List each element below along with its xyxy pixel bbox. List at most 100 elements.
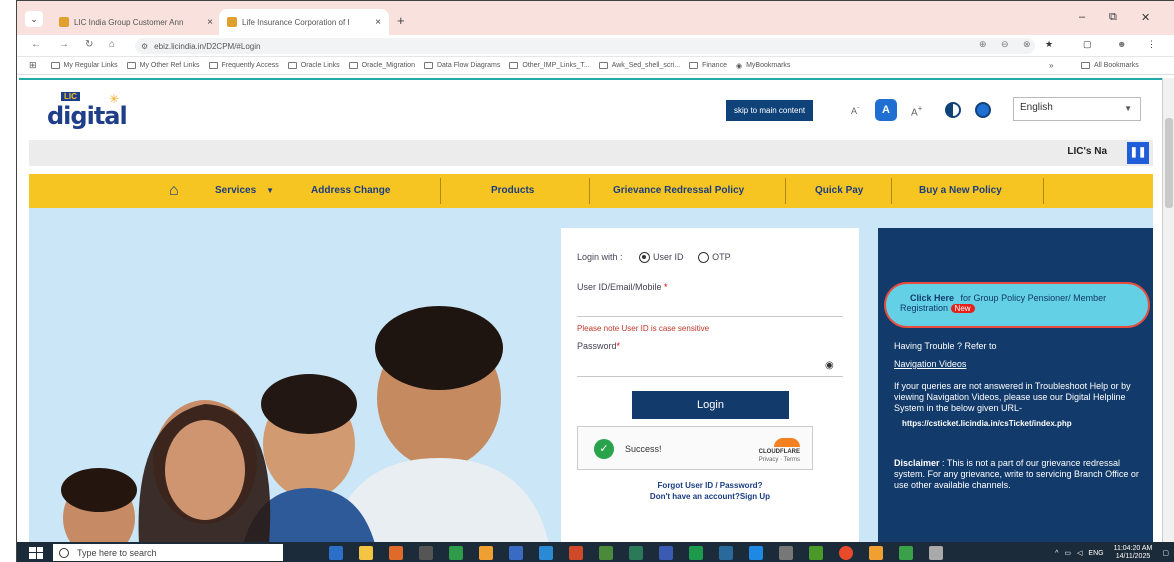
app-icon[interactable] [509,545,523,560]
helpline-url-link[interactable]: https://csticket.licindia.in/csTicket/in… [902,418,1157,429]
bookmark-item[interactable]: My Other Ref Links [126,62,200,69]
bookmark-item[interactable]: Frequently Access [208,62,279,69]
reload-icon[interactable]: ↻ [85,39,93,50]
share-icon[interactable]: ⊗ [1023,39,1031,50]
web-page: LIC digital ✳ skip to main content A- A … [19,78,1163,542]
cloudflare-captcha[interactable]: ✓ Success! CLOUDFLARE Privacy · Terms [577,426,813,470]
radio-otp[interactable]: OTP [698,252,731,264]
settings-icon[interactable] [929,545,943,560]
taskview-icon[interactable] [329,545,343,560]
nav-products[interactable]: Products [491,174,534,208]
bookmark-star-icon[interactable]: ★ [1045,39,1053,50]
close-window-button[interactable]: ✕ [1141,11,1150,24]
forward-icon[interactable]: → [59,39,69,50]
volume-icon[interactable]: ◁ [1077,549,1082,557]
contrast-icon[interactable] [945,102,961,118]
extensions-icon[interactable]: ▢ [1083,39,1092,50]
menu-icon[interactable]: ⋮ [1147,39,1156,50]
bookmark-label: Awk_Sed_shell_scri... [611,62,681,69]
app-icon[interactable] [479,545,493,560]
app-icon[interactable] [659,545,673,560]
windows-start-icon[interactable] [29,546,43,559]
more-bookmarks-button[interactable]: » [1049,61,1053,70]
new-tab-button[interactable]: + [397,13,405,28]
signup-link[interactable]: Don't have an account?Sign Up [561,492,859,501]
userid-input[interactable] [577,316,843,317]
font-decrease-button[interactable]: A- [851,103,860,116]
bookmark-item[interactable]: Oracle Links [287,62,340,69]
app-icon[interactable] [599,545,613,560]
taskbar-search-input[interactable]: Type here to search [53,544,283,561]
file-explorer-icon[interactable] [359,545,373,560]
group-pensioner-link[interactable]: Click Here for Group Policy Pensioner/ M… [884,282,1150,328]
notification-icon[interactable]: ▢ [1162,549,1169,557]
accessibility-icon[interactable] [975,102,991,118]
app-icon[interactable] [869,545,883,560]
bookmark-item[interactable]: My Regular Links [50,62,118,69]
privacy-terms-links[interactable]: Privacy · Terms [759,457,800,463]
app-icon[interactable] [539,545,553,560]
profile-icon[interactable]: ☻ [1117,39,1126,49]
url-input[interactable]: ⚙ ebiz.licindia.in/D2CPM/#Login [135,38,1035,54]
skip-to-main-button[interactable]: skip to main content [726,100,814,121]
app-icon[interactable] [389,545,403,560]
nav-services[interactable]: Services ▼ [215,174,274,208]
login-button[interactable]: Login [632,391,789,419]
lic-digital-logo[interactable]: LIC digital ✳ [43,90,153,132]
close-icon[interactable]: × [367,17,381,28]
password-input[interactable] [577,376,843,377]
language-indicator[interactable]: ENG [1088,550,1103,557]
close-icon[interactable]: × [199,17,213,28]
eye-icon[interactable]: ◉ [825,360,834,371]
app-icon[interactable] [779,545,793,560]
app-icon[interactable] [689,545,703,560]
hero-section: Login with : User ID OTP User ID/Email/M… [29,208,1153,542]
app-icon[interactable] [629,545,643,560]
nav-buy-policy[interactable]: Buy a New Policy [919,174,1002,208]
system-tray: ^ ▭ ◁ ENG 11:04:20 AM 14/11/2025 ▢ [1055,545,1169,561]
nav-grievance[interactable]: Grievance Redressal Policy [613,174,744,208]
all-bookmarks-button[interactable]: All Bookmarks [1081,62,1139,69]
tray-chevron-icon[interactable]: ^ [1055,550,1058,557]
app-icon[interactable] [719,545,733,560]
font-increase-button[interactable]: A+ [911,103,923,118]
maximize-button[interactable]: ⧉ [1109,11,1117,24]
home-icon[interactable]: ⌂ [169,174,179,208]
chrome-icon[interactable] [839,545,853,560]
site-info-icon[interactable]: ⚙ [141,42,148,51]
network-icon[interactable]: ▭ [1064,549,1071,557]
back-icon[interactable]: ← [31,39,41,50]
bookmark-item[interactable]: Awk_Sed_shell_scri... [598,62,681,69]
language-select[interactable]: English ▼ [1013,97,1141,121]
home-icon[interactable]: ⌂ [109,39,115,50]
clock[interactable]: 11:04:20 AM 14/11/2025 [1114,545,1153,561]
app-icon[interactable] [899,545,913,560]
bookmark-item[interactable]: Data Flow Diagrams [423,62,500,69]
tab-lic-group[interactable]: LIC India Group Customer Ann × [51,9,221,35]
forgot-link[interactable]: Forgot User ID / Password? [561,481,859,490]
bookmark-item[interactable]: ◉ MyBookmarks [736,62,790,70]
app-icon[interactable] [569,545,583,560]
apps-grid-icon[interactable]: ⊞ [29,60,37,71]
page-scrollbar[interactable] [1162,78,1174,542]
scrollbar-thumb[interactable] [1165,118,1173,208]
bookmark-item[interactable]: Oracle_Migration [348,62,415,69]
navigation-videos-link[interactable]: Navigation Videos [894,359,1149,370]
translate-icon[interactable]: ⊕ [979,39,987,50]
pause-button[interactable]: ❚❚ [1127,142,1149,164]
tab-search-button[interactable]: ⌄ [25,11,43,27]
bookmark-item[interactable]: Finance [689,62,727,69]
address-bar-row: ← → ↻ ⌂ ⚙ ebiz.licindia.in/D2CPM/#Login … [17,35,1174,57]
zoom-icon[interactable]: ⊖ [1001,39,1009,50]
app-icon[interactable] [449,545,463,560]
ie-icon[interactable] [749,545,763,560]
font-normal-button[interactable]: A [875,99,897,121]
minimize-button[interactable]: – [1079,11,1085,23]
nav-quick-pay[interactable]: Quick Pay [815,174,863,208]
tab-lic-login[interactable]: Life Insurance Corporation of I × [219,9,389,35]
nav-address-change[interactable]: Address Change [311,174,390,208]
app-icon[interactable] [809,545,823,560]
app-icon[interactable] [419,545,433,560]
bookmark-item[interactable]: Other_IMP_Links_T... [509,62,590,69]
radio-userid[interactable]: User ID [639,252,684,264]
